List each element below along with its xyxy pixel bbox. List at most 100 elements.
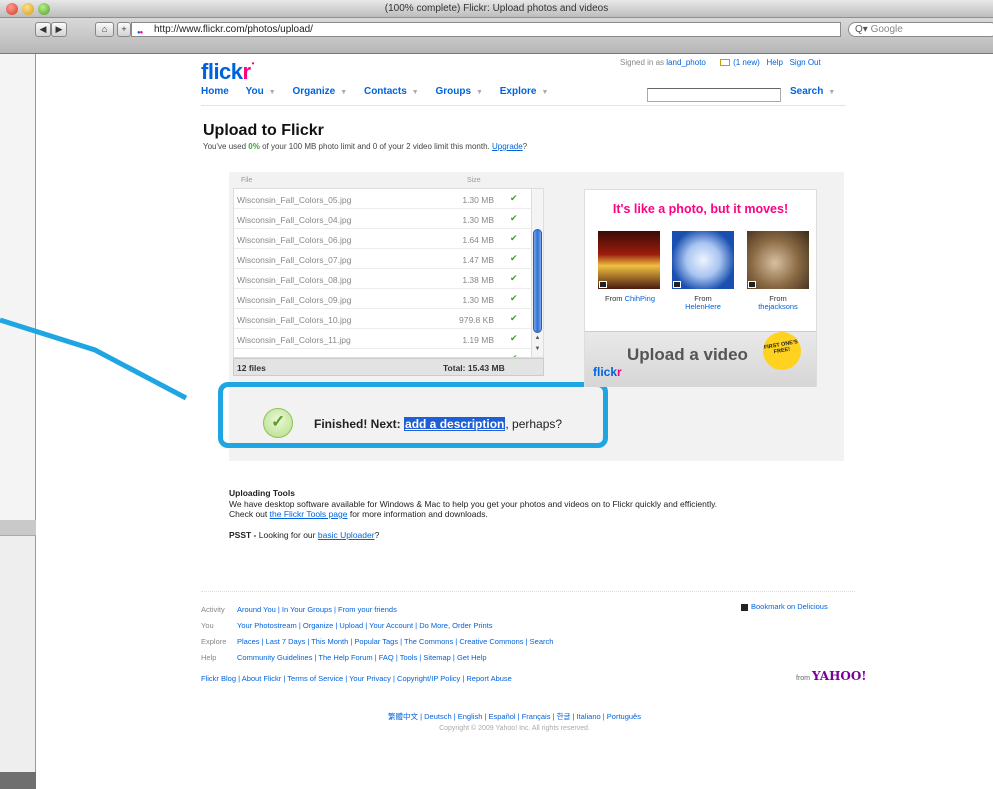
file-list-panel: File Size Wisconsin_Fall_Colors_05.jpg 1.… <box>229 172 548 402</box>
file-row[interactable]: Wisconsin_Fall_Colors_08.jpg 1.38 MB ✔ <box>234 269 531 289</box>
flickr-tools-link[interactable]: the Flickr Tools page <box>270 509 348 519</box>
file-list-footer: 12 files Total: 15.43 MB <box>233 358 544 376</box>
video-thumbnail-thejacksons[interactable] <box>747 231 809 289</box>
browser-toolbar: ◀ ▶ ⌂ + ●● http://www.flickr.com/photos/… <box>0 18 993 54</box>
footer-divider <box>201 591 855 592</box>
file-name: Wisconsin_Fall_Colors_08.jpg <box>237 275 352 285</box>
flickr-favicon-icon: ●● <box>137 30 143 36</box>
video-icon <box>673 281 681 288</box>
thumb-caption: From thejacksons <box>758 294 798 311</box>
file-name: Wisconsin_Fall_Colors_05.jpg <box>237 195 352 205</box>
file-list-scrollbar[interactable]: ▲ ▼ <box>531 189 543 357</box>
footer-nav: Activity Around You | In Your Groups | Fr… <box>201 602 553 666</box>
file-row[interactable]: Wisconsin_Fall_Colors_12.jpg824.9 KB✔ <box>234 349 531 357</box>
video-promo[interactable]: It's like a photo, but it moves! From Ch… <box>584 189 817 387</box>
search-icon: Q▾ <box>855 24 868 35</box>
tools-description: We have desktop software available for W… <box>229 498 718 509</box>
home-icon[interactable]: ⌂ <box>95 22 114 37</box>
sign-out-link[interactable]: Sign Out <box>790 58 821 67</box>
checkmark-icon: ✔ <box>510 233 518 243</box>
chevron-down-icon: ▼ <box>411 89 419 96</box>
file-size: 1.38 MB <box>462 275 494 285</box>
checkmark-icon: ✔ <box>510 253 518 263</box>
scroll-up-icon[interactable]: ▲ <box>532 333 543 344</box>
nav-groups[interactable]: Groups ▼ <box>435 86 483 97</box>
plus-icon[interactable]: + <box>117 22 131 37</box>
site-search-input[interactable] <box>647 88 781 102</box>
video-thumbnail-helenhere[interactable] <box>672 231 734 289</box>
checkmark-icon: ✔ <box>510 333 518 343</box>
video-icon <box>599 281 607 288</box>
file-row[interactable]: Wisconsin_Fall_Colors_09.jpg 1.30 MB ✔ <box>234 289 531 309</box>
file-row[interactable]: Wisconsin_Fall_Colors_11.jpg 1.19 MB ✔ <box>234 329 531 349</box>
file-list[interactable]: Wisconsin_Fall_Colors_05.jpg 1.30 MB ✔ Wisc… <box>233 188 544 358</box>
site-search-button[interactable]: Search ▼ <box>790 86 835 97</box>
browser-search-field[interactable]: Q▾ Google <box>848 22 993 37</box>
help-link[interactable]: Help <box>766 58 782 67</box>
web-page: flickr• Signed in as land_photo (1 new) … <box>36 55 993 789</box>
address-bar-url: http://www.flickr.com/photos/upload/ <box>154 24 313 35</box>
file-size: 1.30 MB <box>462 215 494 225</box>
file-row[interactable]: Wisconsin_Fall_Colors_06.jpg 1.64 MB ✔ <box>234 229 531 249</box>
footer-links[interactable]: Flickr Blog | About Flickr | Terms of Se… <box>201 674 512 683</box>
chevron-down-icon: ▼ <box>828 89 836 96</box>
chihping-link[interactable]: ChihPing <box>625 294 655 303</box>
mail-link[interactable]: (1 new) <box>733 58 760 67</box>
chevron-down-icon: ▼ <box>541 89 549 96</box>
video-thumbnail-chihping[interactable] <box>598 231 660 289</box>
file-name: Wisconsin_Fall_Colors_07.jpg <box>237 255 352 265</box>
window-titlebar: (100% complete) Flickr: Upload photos an… <box>0 0 993 18</box>
main-nav: Home You ▼ Organize ▼ Contacts ▼ Groups ▼ Ex… <box>201 86 562 97</box>
footer-row-activity: Activity Around You | In Your Groups | Fr… <box>201 605 397 614</box>
file-name: Wisconsin_Fall_Colors_06.jpg <box>237 235 352 245</box>
yahoo-logo[interactable]: from YAHOO! <box>796 669 867 683</box>
upload-video-bar[interactable]: Upload a video flickr FIRST ONE'S FREE! <box>585 328 816 387</box>
footer-row-help: Help Community Guidelines | The Help Foru… <box>201 653 487 662</box>
file-size: 1.30 MB <box>462 195 494 205</box>
upgrade-link[interactable]: Upgrade <box>492 142 523 151</box>
file-row[interactable]: Wisconsin_Fall_Colors_10.jpg 979.8 KB ✔ <box>234 309 531 329</box>
nav-you[interactable]: You ▼ <box>246 86 276 97</box>
finished-message: ✓ Finished! Next: add a description, per… <box>218 382 619 458</box>
file-size: 1.19 MB <box>462 335 494 345</box>
scroll-down-icon[interactable]: ▼ <box>532 344 543 355</box>
page-title: Upload to Flickr <box>203 122 324 139</box>
screenshot: (100% complete) Flickr: Upload photos an… <box>0 0 993 789</box>
copyright: Copyright © 2009 Yahoo! Inc. All rights … <box>439 725 590 732</box>
video-icon <box>748 281 756 288</box>
username-link[interactable]: land_photo <box>666 58 706 67</box>
file-row[interactable]: Wisconsin_Fall_Colors_05.jpg 1.30 MB ✔ <box>234 189 531 209</box>
file-name: Wisconsin_Fall_Colors_09.jpg <box>237 295 352 305</box>
forward-arrow-icon[interactable]: ▶ <box>51 22 67 37</box>
file-size: 1.64 MB <box>462 235 494 245</box>
back-arrow-icon[interactable]: ◀ <box>35 22 51 37</box>
bookmark-delicious-link[interactable]: Bookmark on Delicious <box>741 602 828 611</box>
checkmark-icon: ✔ <box>510 193 518 203</box>
checkmark-icon: ✔ <box>510 313 518 323</box>
file-row[interactable]: Wisconsin_Fall_Colors_07.jpg 1.47 MB ✔ <box>234 249 531 269</box>
footer-row-explore: Explore Places | Last 7 Days | This Month… <box>201 637 554 646</box>
first-free-badge: FIRST ONE'S FREE! <box>759 328 805 374</box>
address-bar[interactable]: ●● http://www.flickr.com/photos/upload/ … <box>131 22 951 37</box>
file-row[interactable]: Wisconsin_Fall_Colors_04.jpg 1.30 MB ✔ <box>234 209 531 229</box>
nav-home[interactable]: Home <box>201 86 229 97</box>
thejacksons-link[interactable]: thejacksons <box>758 302 798 311</box>
basic-uploader-link[interactable]: basic Uploader <box>318 530 375 540</box>
usage-percent: 0% <box>248 142 260 151</box>
scrollbar-thumb[interactable] <box>533 229 542 333</box>
language-links[interactable]: 繁體中文 | Deutsch | English | Español | Fra… <box>36 711 993 722</box>
browser-search-placeholder: Google <box>870 24 903 35</box>
upload-area: File Size Wisconsin_Fall_Colors_05.jpg 1.… <box>218 172 844 461</box>
header-divider <box>201 105 846 106</box>
upload-video-label[interactable]: Upload a video <box>627 345 748 365</box>
chevron-down-icon: ▼ <box>268 89 276 96</box>
file-column-header: File <box>241 177 253 184</box>
nav-contacts[interactable]: Contacts ▼ <box>364 86 419 97</box>
checkmark-icon: ✔ <box>510 293 518 303</box>
flickr-logo[interactable]: flickr• <box>201 59 254 85</box>
helenhere-link[interactable]: HelenHere <box>685 302 721 311</box>
nav-organize[interactable]: Organize ▼ <box>292 86 347 97</box>
mail-icon[interactable] <box>720 59 731 67</box>
size-column-header: Size <box>467 177 481 184</box>
nav-explore[interactable]: Explore ▼ <box>500 86 549 97</box>
